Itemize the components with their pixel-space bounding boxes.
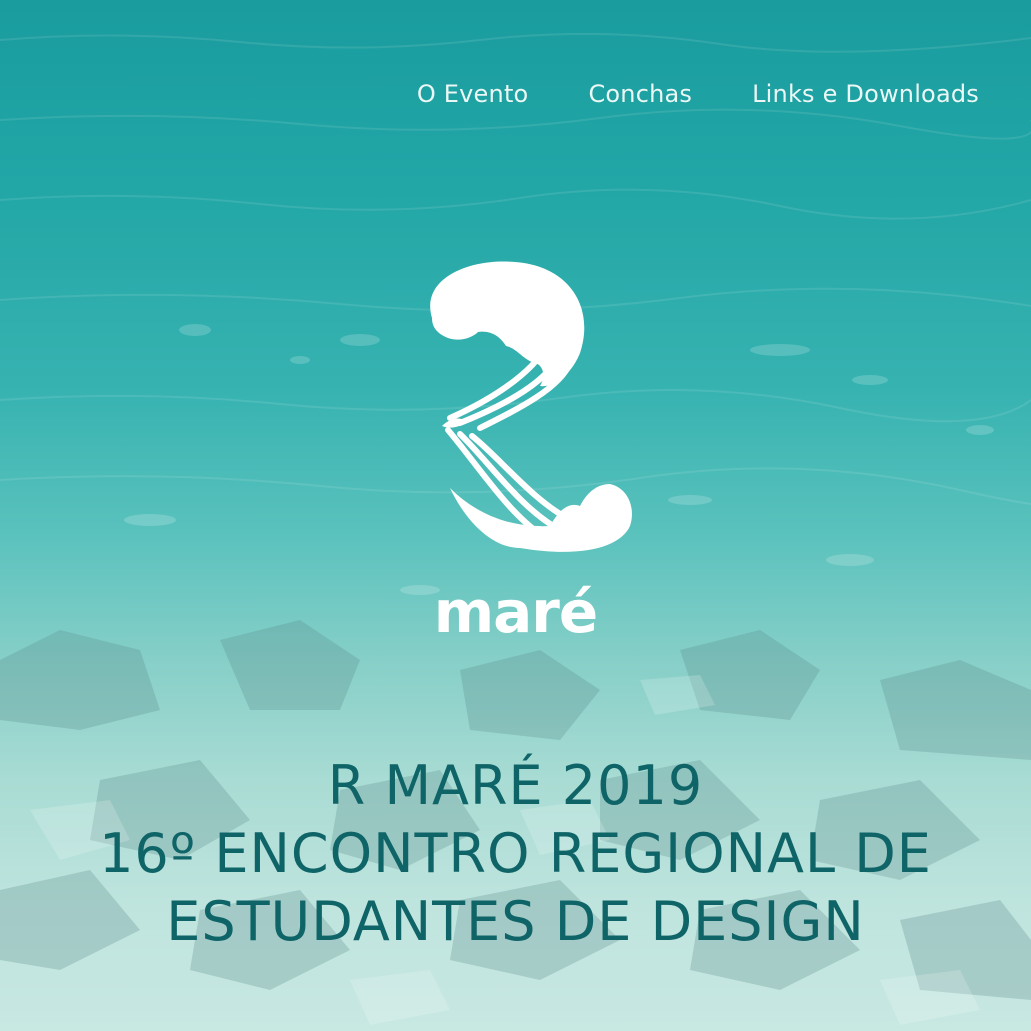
- event-headline: R MARÉ 2019 16º ENCONTRO REGIONAL DE EST…: [0, 752, 1031, 956]
- headline-line-1: R MARÉ 2019: [327, 754, 704, 817]
- hero-background: O Evento Conchas Links e Downloads maré …: [0, 0, 1031, 1031]
- nav-item-links-downloads[interactable]: Links e Downloads: [752, 80, 979, 108]
- headline-line-3: ESTUDANTES DE DESIGN: [166, 890, 865, 953]
- headline-line-2: 16º ENCONTRO REGIONAL DE: [99, 822, 932, 885]
- nav-item-o-evento[interactable]: O Evento: [417, 80, 529, 108]
- mare-wave-logo: [430, 261, 632, 552]
- main-nav: O Evento Conchas Links e Downloads: [417, 80, 979, 108]
- mare-wordmark: maré: [433, 578, 599, 646]
- nav-item-conchas[interactable]: Conchas: [588, 80, 692, 108]
